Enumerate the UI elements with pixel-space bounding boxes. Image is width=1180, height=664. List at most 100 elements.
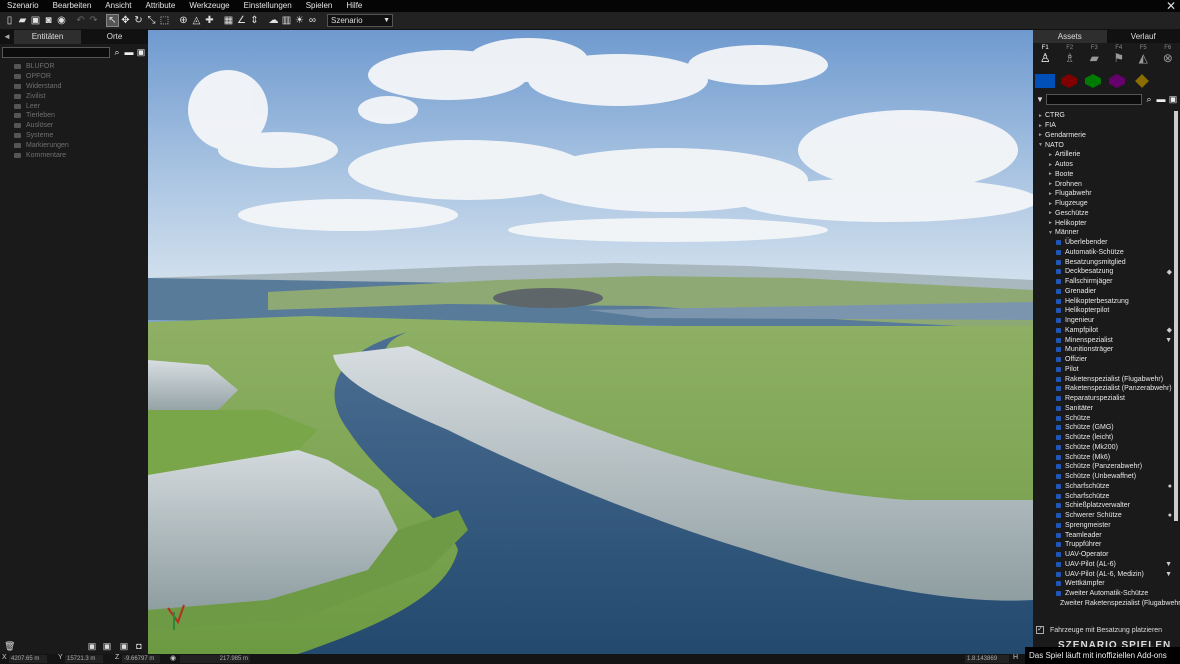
collapse-all-icon[interactable]: ▬: [124, 47, 134, 57]
chevron-right-icon[interactable]: ►: [1036, 123, 1045, 129]
asset-row[interactable]: Ingenieur: [1033, 316, 1180, 326]
menu-ansicht[interactable]: Ansicht: [98, 0, 138, 12]
tab-orte[interactable]: Orte: [81, 30, 148, 44]
3d-viewport[interactable]: [148, 30, 1033, 654]
redo-icon[interactable]: ↷: [88, 15, 99, 26]
entity-category-row[interactable]: BLUFOR: [0, 62, 148, 72]
chevron-down-icon[interactable]: ▼: [1036, 142, 1045, 148]
asset-group-row[interactable]: ► Flugzeuge: [1033, 199, 1180, 209]
sun-icon[interactable]: ☀: [294, 15, 305, 26]
asset-row[interactable]: Schütze: [1033, 413, 1180, 423]
collapse-all-icon[interactable]: ▬: [1156, 94, 1166, 104]
menu-werkzeuge[interactable]: Werkzeuge: [182, 0, 236, 12]
entity-category-row[interactable]: Zivilist: [0, 91, 148, 101]
asset-row[interactable]: Schütze (Panzerabwehr): [1033, 462, 1180, 472]
menu-bearbeiten[interactable]: Bearbeiten: [46, 0, 99, 12]
chevron-right-icon[interactable]: ►: [1036, 113, 1045, 119]
chevron-down-icon[interactable]: ▼: [1046, 230, 1055, 236]
side-empty-button[interactable]: [1135, 74, 1149, 88]
asset-row[interactable]: Munitionsträger: [1033, 345, 1180, 355]
vehicle-crew-checkbox[interactable]: ✓ Fahrzeuge mit Besatzung platzieren: [1036, 626, 1162, 634]
asset-row[interactable]: UAV-Pilot (AL-6, Medizin) ▼: [1033, 569, 1180, 579]
asset-group-row[interactable]: ► Geschütze: [1033, 209, 1180, 219]
asset-group-row[interactable]: ► Drohnen: [1033, 179, 1180, 189]
side-civilian-button[interactable]: [1109, 74, 1125, 88]
asset-row[interactable]: Schütze (leicht): [1033, 433, 1180, 443]
asset-row[interactable]: Fallschirmjäger: [1033, 277, 1180, 287]
asset-group-row[interactable]: ► CTRG: [1033, 111, 1180, 121]
asset-row[interactable]: Raketenspezialist (Flugabwehr): [1033, 374, 1180, 384]
entity-category-row[interactable]: OPFOR: [0, 72, 148, 82]
open-folder-icon[interactable]: ▰: [17, 15, 28, 26]
asset-row[interactable]: Zweiter Raketenspezialist (Flugabwehr): [1033, 599, 1180, 609]
binoculars-icon[interactable]: ∞: [307, 15, 318, 26]
chevron-right-icon[interactable]: ►: [1046, 152, 1055, 158]
asset-row[interactable]: Wettkämpfer: [1033, 579, 1180, 589]
chevron-right-icon[interactable]: ►: [1046, 162, 1055, 168]
asset-group-row[interactable]: ► Artillerie: [1033, 150, 1180, 160]
publish-icon[interactable]: ◉: [56, 15, 67, 26]
asset-row[interactable]: Helikopterpilot: [1033, 306, 1180, 316]
search-icon[interactable]: ⌕: [1144, 94, 1154, 104]
asset-row[interactable]: Deckbesatzung ◆: [1033, 267, 1180, 277]
asset-row[interactable]: Überlebender: [1033, 238, 1180, 248]
angle-icon[interactable]: ∠: [236, 15, 247, 26]
entity-category-row[interactable]: Widerstand: [0, 82, 148, 92]
asset-group-row[interactable]: ► Boote: [1033, 170, 1180, 180]
expand-all-icon[interactable]: ▣: [136, 47, 146, 57]
export-icon[interactable]: ◙: [43, 15, 54, 26]
entity-category-row[interactable]: Tierleben: [0, 111, 148, 121]
menu-spielen[interactable]: Spielen: [299, 0, 340, 12]
asset-row[interactable]: Besatzungsmitglied: [1033, 257, 1180, 267]
asset-row[interactable]: Helikopterbesatzung: [1033, 296, 1180, 306]
category-f5[interactable]: F5 ◭: [1131, 45, 1156, 71]
checkbox-checked-icon[interactable]: ✓: [1036, 626, 1044, 634]
category-f2[interactable]: F2 ♗: [1058, 45, 1083, 71]
tab-entitaeten[interactable]: Entitäten: [14, 30, 81, 44]
search-icon[interactable]: ⌕: [112, 47, 122, 57]
chevron-right-icon[interactable]: ►: [1046, 201, 1055, 207]
entity-category-row[interactable]: Leer: [0, 101, 148, 111]
asset-row[interactable]: Schwerer Schütze ●: [1033, 511, 1180, 521]
entity-category-row[interactable]: Systeme: [0, 131, 148, 141]
asset-row[interactable]: Schütze (Mk200): [1033, 443, 1180, 453]
asset-row[interactable]: Teamleader: [1033, 530, 1180, 540]
terrain-icon[interactable]: ◬: [191, 15, 202, 26]
folder-icon[interactable]: ▣: [102, 641, 112, 651]
chevron-right-icon[interactable]: ►: [1046, 191, 1055, 197]
chevron-right-icon[interactable]: ►: [1036, 132, 1045, 138]
asset-row[interactable]: Raketenspezialist (Panzerabwehr): [1033, 384, 1180, 394]
asset-row[interactable]: UAV-Pilot (AL-6) ▼: [1033, 560, 1180, 570]
asset-row[interactable]: Pilot: [1033, 365, 1180, 375]
side-opfor-button[interactable]: [1061, 74, 1077, 88]
tab-verlauf[interactable]: Verlauf: [1107, 30, 1180, 43]
layer-icon[interactable]: ▣: [119, 641, 129, 651]
asset-row[interactable]: Offizier: [1033, 355, 1180, 365]
menu-szenario[interactable]: Szenario: [0, 0, 46, 12]
mode-select[interactable]: Szenario ▼: [327, 14, 393, 27]
area-tool-icon[interactable]: ⬚: [159, 15, 170, 26]
asset-row[interactable]: Schütze (Unbewaffnet): [1033, 472, 1180, 482]
add-folder-icon[interactable]: ▣: [87, 641, 97, 651]
save-icon[interactable]: ▣: [30, 15, 41, 26]
scale-tool-icon[interactable]: ⤡: [146, 15, 157, 26]
asset-group-row[interactable]: ► FIA: [1033, 121, 1180, 131]
category-f4[interactable]: F4 ⚑: [1107, 45, 1132, 71]
category-f1[interactable]: F1 ♙: [1033, 45, 1058, 71]
menu-einstellungen[interactable]: Einstellungen: [237, 0, 299, 12]
undo-icon[interactable]: ↶: [75, 15, 86, 26]
asset-row[interactable]: Minenspezialist ▼: [1033, 335, 1180, 345]
grid-icon[interactable]: ▦: [223, 15, 234, 26]
height-icon[interactable]: ⇕: [249, 15, 260, 26]
chevron-right-icon[interactable]: ►: [1046, 210, 1055, 216]
chevron-right-icon[interactable]: ►: [1046, 171, 1055, 177]
asset-row[interactable]: Truppführer: [1033, 540, 1180, 550]
category-f6[interactable]: F6 ⊗: [1156, 45, 1180, 71]
entity-category-row[interactable]: Auslöser: [0, 121, 148, 131]
asset-row[interactable]: Automatik-Schütze: [1033, 248, 1180, 258]
chevron-right-icon[interactable]: ►: [1046, 220, 1055, 226]
collapse-left-icon[interactable]: ◄: [0, 30, 14, 44]
delete-icon[interactable]: 🗑: [4, 641, 15, 651]
entity-category-row[interactable]: Kommentare: [0, 150, 148, 160]
assets-search-input[interactable]: [1046, 93, 1142, 105]
